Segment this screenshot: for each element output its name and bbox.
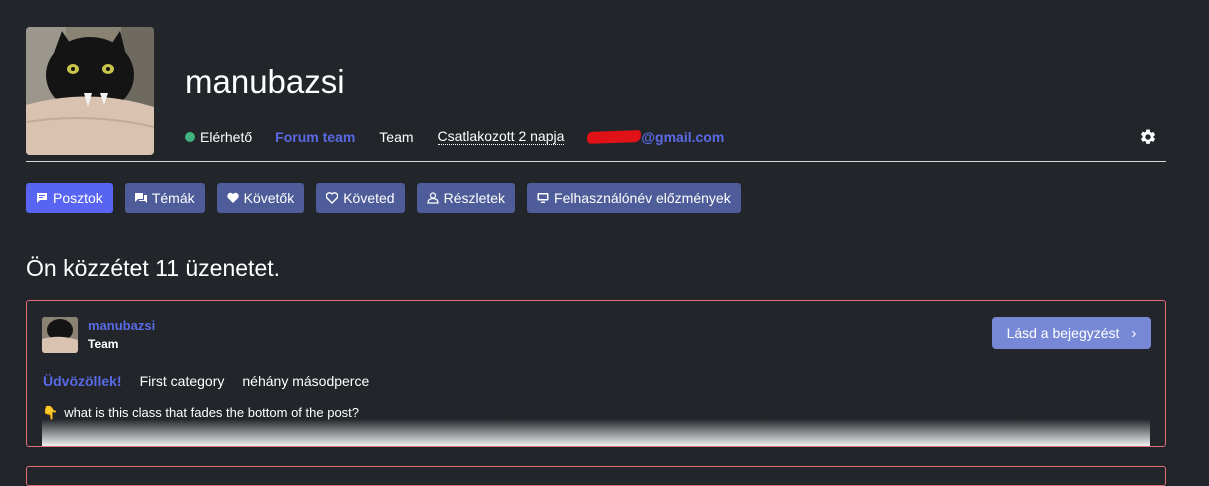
monitor-icon bbox=[537, 193, 549, 203]
tab-following[interactable]: Követed bbox=[316, 183, 405, 213]
profile-username: manubazsi bbox=[185, 63, 345, 100]
status-indicator: Elérhető bbox=[185, 129, 252, 145]
tab-label: Témák bbox=[151, 190, 195, 206]
online-dot-icon bbox=[185, 132, 195, 142]
post-card-next bbox=[26, 466, 1166, 486]
email-link[interactable]: @gmail.com bbox=[587, 129, 724, 145]
joined-label: Csatlakozott 2 napja bbox=[437, 128, 565, 145]
role-label: Team bbox=[379, 129, 414, 145]
see-post-label: Lásd a bejegyzést bbox=[1006, 325, 1120, 341]
tab-topics[interactable]: Témák bbox=[124, 183, 205, 213]
post-excerpt-text: what is this class that fades the bottom… bbox=[64, 405, 360, 420]
posts-count-heading: Ön közzétet 11 üzenetet. bbox=[26, 255, 281, 281]
post-category-link[interactable]: Üdvözöllek! bbox=[43, 373, 122, 389]
heart-icon bbox=[226, 192, 239, 203]
post-author-link[interactable]: manubazsi bbox=[88, 318, 155, 333]
tab-label: Részletek bbox=[443, 190, 506, 206]
post-timestamp: néhány másodperce bbox=[242, 373, 370, 389]
post-card: manubazsi Team Lásd a bejegyzést › Üdvöz… bbox=[26, 300, 1166, 447]
group-badge[interactable]: Forum team bbox=[275, 129, 355, 145]
message-icon bbox=[37, 193, 47, 203]
topics-icon bbox=[134, 193, 147, 203]
tab-posts[interactable]: Posztok bbox=[26, 183, 113, 213]
post-author-avatar[interactable] bbox=[42, 317, 78, 353]
tab-label: Felhasználónév előzmények bbox=[554, 190, 731, 206]
post-meta: Üdvözöllek! First category néhány másodp… bbox=[43, 373, 369, 389]
header-divider bbox=[26, 161, 1166, 162]
chevron-right-icon: › bbox=[1131, 324, 1137, 342]
tab-details[interactable]: Részletek bbox=[416, 183, 516, 213]
heart-outline-icon bbox=[326, 192, 339, 204]
redaction-mark bbox=[587, 130, 642, 144]
tab-label: Követed bbox=[343, 190, 395, 206]
user-icon bbox=[426, 192, 439, 204]
tab-username-history[interactable]: Felhasználónév előzmények bbox=[527, 183, 741, 213]
tab-label: Követők bbox=[243, 190, 295, 206]
profile-meta: Elérhető Forum team Team Csatlakozott 2 … bbox=[185, 127, 724, 147]
post-subcategory[interactable]: First category bbox=[140, 373, 225, 389]
status-label: Elérhető bbox=[200, 129, 253, 145]
profile-tabs: Posztok Témák Követők Követed Részletek … bbox=[26, 183, 741, 213]
post-excerpt: 👇 what is this class that fades the botto… bbox=[42, 405, 1150, 446]
tab-followers[interactable]: Követők bbox=[216, 183, 305, 213]
post-author-role: Team bbox=[88, 337, 119, 351]
profile-avatar bbox=[26, 27, 154, 155]
tab-label: Posztok bbox=[53, 190, 103, 206]
gear-icon[interactable] bbox=[1139, 128, 1157, 146]
see-post-button[interactable]: Lásd a bejegyzést › bbox=[992, 317, 1151, 349]
pointing-finger-icon: 👇 bbox=[42, 405, 59, 420]
